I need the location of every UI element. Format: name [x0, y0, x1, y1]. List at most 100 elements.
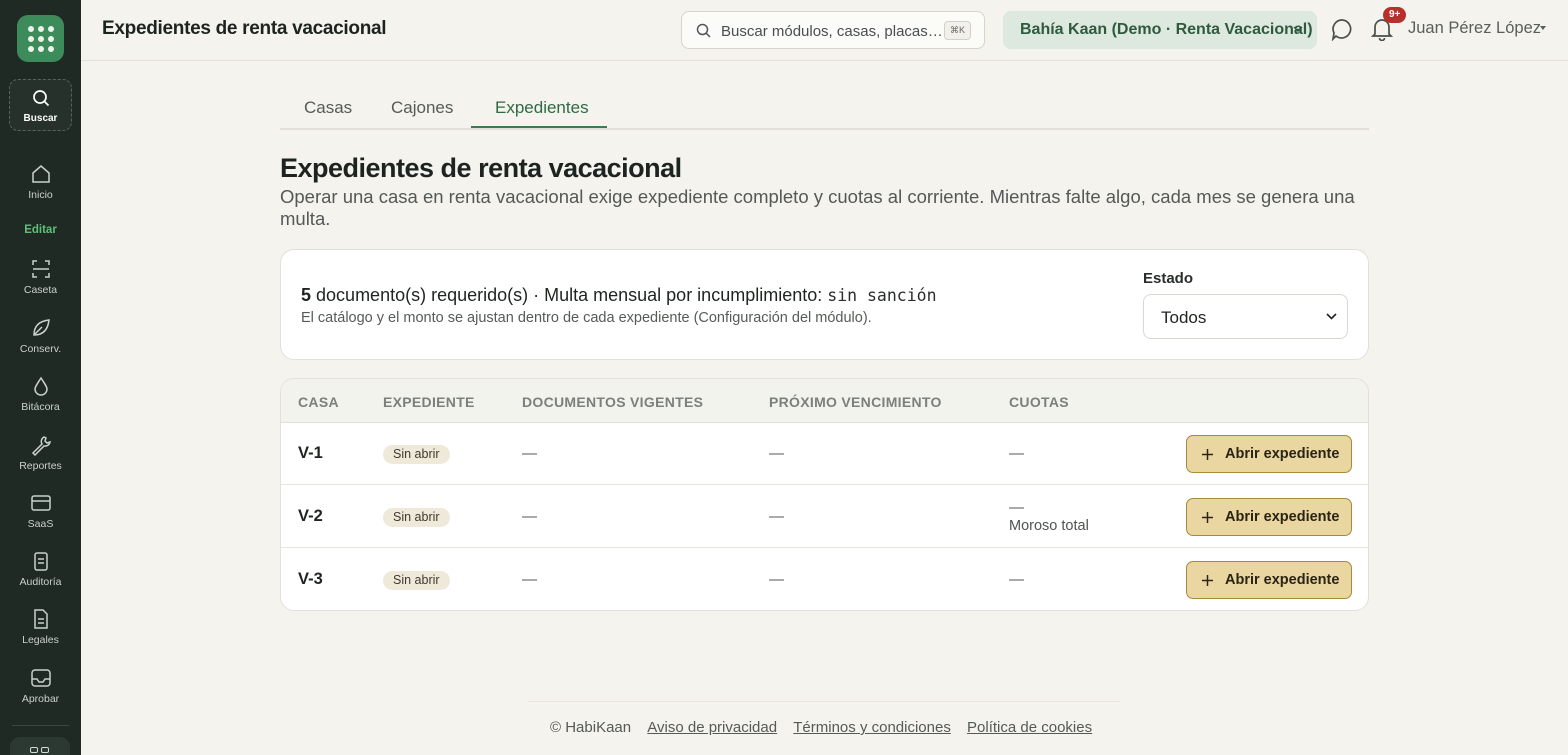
table-header: CASA EXPEDIENTE DOCUMENTOS VIGENTES PRÓX… [281, 379, 1368, 423]
tab-bar: Casas Cajones Expedientes [280, 88, 1369, 130]
open-expediente-button[interactable]: Abrir expediente [1186, 498, 1352, 536]
summary-text: documento(s) requerido(s) · Multa mensua… [316, 285, 823, 305]
footer-link-cookies[interactable]: Política de cookies [967, 719, 1092, 736]
sidebar-item-saas[interactable]: SaaS [0, 492, 81, 530]
casa-cell: V-2 [298, 507, 323, 525]
status-filter-label: Estado [1143, 270, 1194, 287]
footer-link-terms[interactable]: Términos y condiciones [793, 719, 951, 736]
summary-note: El catálogo y el monto se ajustan dentro… [301, 310, 872, 326]
footer: © HabiKaan Aviso de privacidad Términos … [550, 719, 1092, 736]
organization-name: Bahía Kaan (Demo · Renta Vacacional) [1020, 21, 1313, 38]
sidebar-item-label: SaaS [27, 518, 54, 530]
status-badge: Sin abrir [383, 508, 450, 527]
cuotas-cell: — [1009, 445, 1024, 462]
column-header-documentos: DOCUMENTOS VIGENTES [522, 394, 704, 410]
active-tab-indicator [471, 126, 607, 128]
top-header: Expedientes de renta vacacional Buscar m… [81, 0, 1568, 61]
footer-link-privacy[interactable]: Aviso de privacidad [647, 719, 777, 736]
vencimiento-cell: — [769, 571, 784, 588]
drop-icon [33, 376, 48, 396]
sidebar-collapse-button[interactable] [10, 737, 70, 755]
search-icon [696, 23, 711, 38]
organization-select[interactable]: Bahía Kaan (Demo · Renta Vacacional) [1003, 11, 1317, 49]
status-badge: Sin abrir [383, 571, 450, 590]
user-menu[interactable]: Juan Pérez López [1408, 19, 1541, 38]
cuotas-status-note: Moroso total [1009, 518, 1089, 534]
open-expediente-button[interactable]: Abrir expediente [1186, 561, 1352, 599]
cuotas-cell: — [1009, 571, 1024, 588]
sidebar-search-label: Buscar [23, 113, 58, 124]
document-icon [33, 609, 48, 629]
plus-icon [1202, 575, 1213, 586]
documentos-cell: — [522, 445, 537, 462]
search-placeholder: Buscar módulos, casas, placas… [721, 23, 943, 40]
table-row: V-2 Sin abrir — — — Moroso total Abrir e… [281, 486, 1368, 548]
inbox-icon [30, 669, 51, 687]
cuotas-cell: — [1009, 499, 1024, 516]
page-title: Expedientes de renta vacacional [280, 153, 682, 183]
column-header-cuotas: CUOTAS [1009, 394, 1069, 410]
casa-cell: V-3 [298, 570, 323, 588]
open-expediente-button[interactable]: Abrir expediente [1186, 435, 1352, 473]
sidebar-item-auditoria[interactable]: Auditoría [0, 550, 81, 588]
caret-down-icon[interactable] [1540, 26, 1546, 30]
sidebar-item-inicio[interactable]: Inicio [0, 163, 81, 201]
status-filter-select[interactable]: Todos [1143, 294, 1348, 339]
sidebar-item-label: Auditoría [19, 576, 62, 588]
chat-icon[interactable] [1331, 18, 1354, 41]
app-grid-logo-icon[interactable] [17, 15, 64, 62]
sidebar-item-bitacora[interactable]: Bitácora [0, 375, 81, 413]
sidebar-item-label: Aprobar [21, 693, 60, 705]
footer-divider [528, 701, 1120, 702]
required-docs-count: 5 [301, 285, 312, 305]
plus-icon [1202, 512, 1213, 523]
scan-icon [31, 260, 50, 278]
sidebar-item-label: Caseta [23, 284, 58, 296]
home-icon [31, 165, 50, 183]
sidebar: Buscar Inicio Editar Caseta Conserv. Bit… [0, 0, 81, 755]
notifications-badge: 9+ [1383, 7, 1407, 23]
documentos-cell: — [522, 571, 537, 588]
sidebar-item-reportes[interactable]: Reportes [0, 434, 81, 472]
footer-copyright: © HabiKaan [550, 719, 632, 736]
sidebar-divider [12, 725, 69, 726]
column-header-vencimiento: PRÓXIMO VENCIMIENTO [769, 394, 942, 410]
sidebar-item-label: Inicio [28, 189, 53, 201]
page-subtitle: Operar una casa en renta vacacional exig… [280, 186, 1355, 229]
sidebar-search-button[interactable]: Buscar [9, 79, 72, 131]
tab-expedientes[interactable]: Expedientes [495, 98, 589, 118]
open-expediente-label: Abrir expediente [1225, 572, 1340, 588]
plus-icon [1202, 449, 1213, 460]
tab-cajones[interactable]: Cajones [391, 98, 453, 118]
chevron-down-icon [1326, 313, 1337, 320]
sidebar-item-caseta[interactable]: Caseta [0, 258, 81, 296]
global-search-input[interactable]: Buscar módulos, casas, placas… ⌘K [681, 11, 985, 49]
sanction-value: sin sanción [827, 286, 937, 305]
documentos-cell: — [522, 508, 537, 525]
sidebar-item-label: Legales [22, 634, 59, 646]
leaf-icon [32, 319, 50, 336]
sidebar-item-aprobar[interactable]: Aprobar [0, 667, 81, 705]
sidebar-item-label: Bitácora [21, 401, 60, 413]
layout-icon [30, 747, 38, 753]
table-row: V-3 Sin abrir — — — Abrir expediente [281, 549, 1368, 610]
sidebar-item-legales[interactable]: Legales [0, 608, 81, 646]
search-shortcut-badge: ⌘K [943, 21, 971, 40]
sidebar-item-conserv[interactable]: Conserv. [0, 317, 81, 355]
summary-line: 5 documento(s) requerido(s) · Multa mens… [301, 285, 937, 306]
chevron-down-icon [1293, 26, 1303, 32]
card-icon [30, 495, 51, 511]
vencimiento-cell: — [769, 445, 784, 462]
casa-cell: V-1 [298, 444, 323, 462]
open-expediente-label: Abrir expediente [1225, 509, 1340, 525]
tab-casas[interactable]: Casas [304, 98, 352, 118]
status-badge: Sin abrir [383, 445, 450, 464]
status-filter-value: Todos [1161, 308, 1207, 327]
open-expediente-label: Abrir expediente [1225, 446, 1340, 462]
column-header-expediente: EXPEDIENTE [383, 394, 475, 410]
column-header-casa: CASA [298, 394, 339, 410]
sidebar-item-label: Conserv. [19, 343, 62, 355]
wrench-icon [31, 436, 51, 456]
expedientes-table: CASA EXPEDIENTE DOCUMENTOS VIGENTES PRÓX… [280, 378, 1369, 611]
summary-card: 5 documento(s) requerido(s) · Multa mens… [280, 249, 1369, 360]
